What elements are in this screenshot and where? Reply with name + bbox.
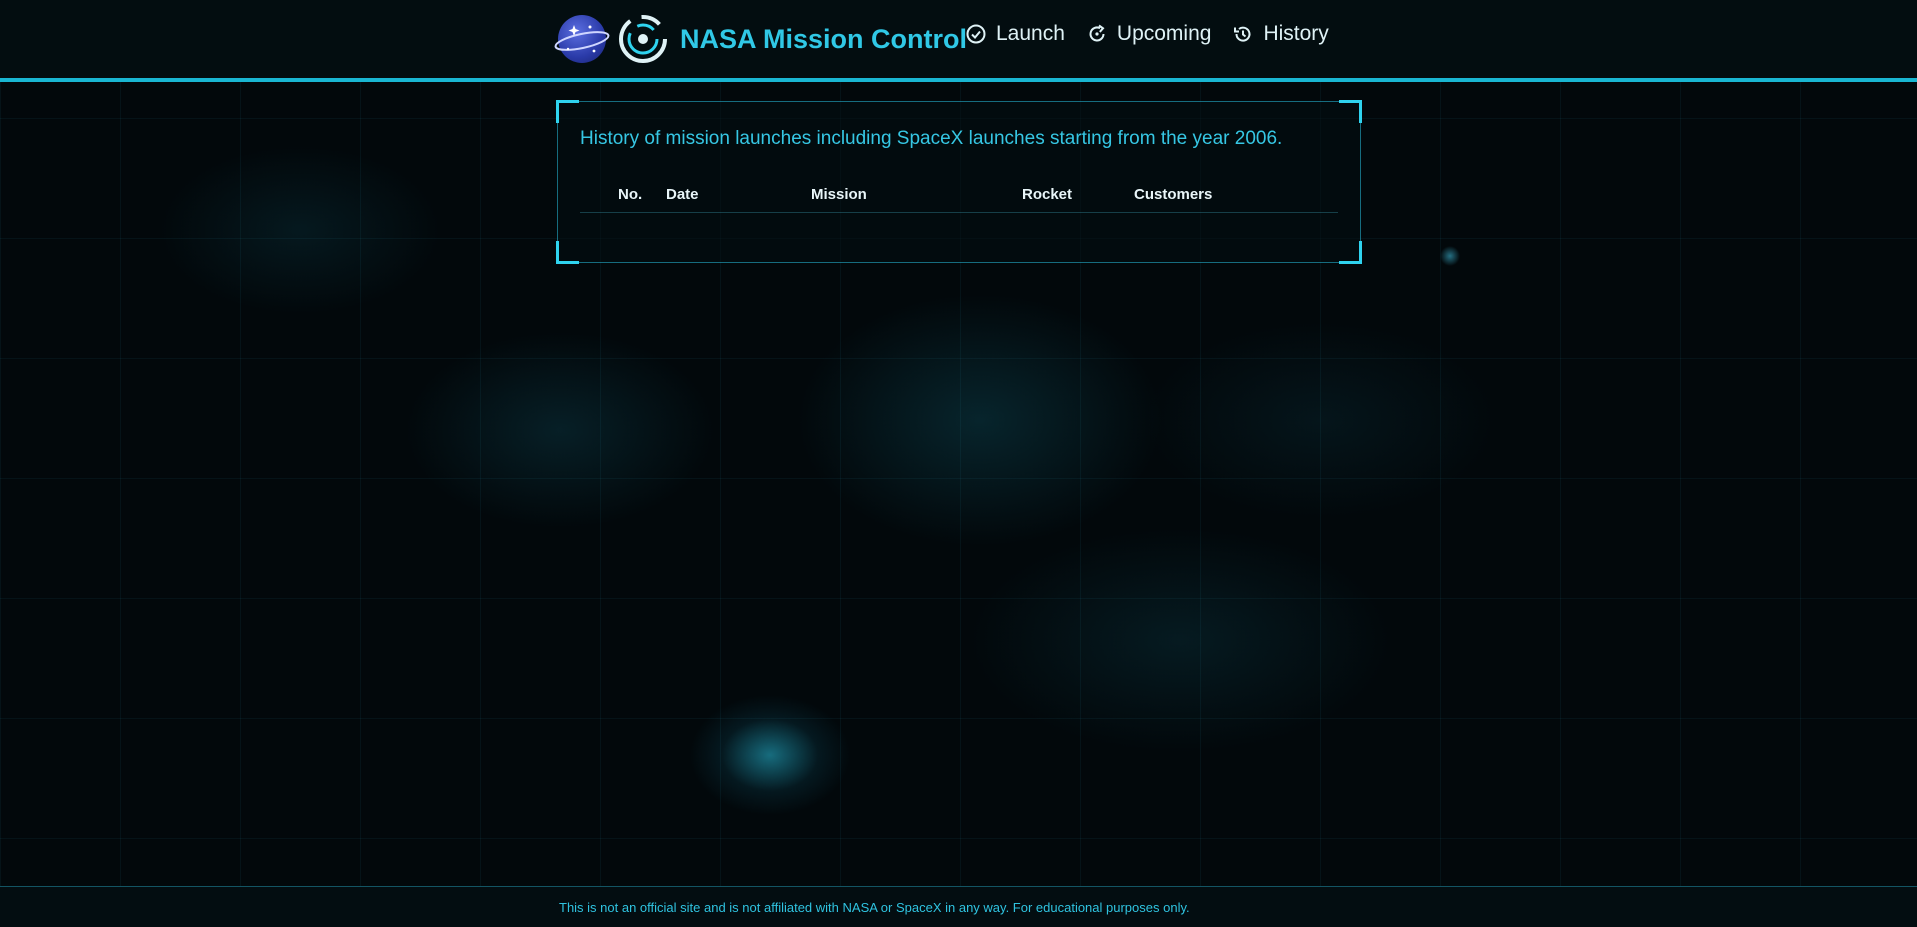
footer: This is not an official site and is not … — [0, 886, 1917, 927]
panel-corner — [1339, 100, 1362, 123]
history-description: History of mission launches including Sp… — [580, 128, 1283, 149]
panel-corner — [556, 241, 579, 264]
app-header: NASA Mission Control Launch Upcoming His… — [0, 0, 1917, 82]
check-circle-icon — [966, 24, 986, 44]
column-header-mission[interactable]: Mission — [811, 186, 867, 203]
nav-history[interactable]: History — [1233, 22, 1329, 46]
history-icon — [1234, 26, 1251, 42]
column-header-rocket[interactable]: Rocket — [1022, 186, 1072, 203]
refresh-icon — [1089, 24, 1105, 42]
panel-corner — [556, 100, 579, 123]
panel-corner — [1339, 241, 1362, 264]
column-header-customers[interactable]: Customers — [1134, 186, 1212, 203]
disclaimer-text: This is not an official site and is not … — [559, 900, 1190, 915]
brand[interactable]: NASA Mission Control — [554, 14, 967, 64]
planet-icon — [554, 15, 610, 63]
target-icon — [619, 15, 667, 63]
nav-history-label: History — [1263, 22, 1329, 45]
history-table-header: No. Date Mission Rocket Customers — [580, 184, 1338, 213]
nav-upcoming-label: Upcoming — [1116, 22, 1212, 45]
app-title: NASA Mission Control — [680, 23, 967, 54]
nav-launch-label: Launch — [996, 22, 1065, 45]
column-header-no[interactable]: No. — [618, 186, 642, 203]
column-header-date[interactable]: Date — [666, 186, 699, 203]
nav-launch[interactable]: Launch — [966, 22, 1065, 46]
history-panel: History of mission launches including Sp… — [556, 100, 1362, 264]
nav-upcoming[interactable]: Upcoming — [1087, 22, 1212, 46]
main-nav: Launch Upcoming History — [966, 22, 1351, 46]
